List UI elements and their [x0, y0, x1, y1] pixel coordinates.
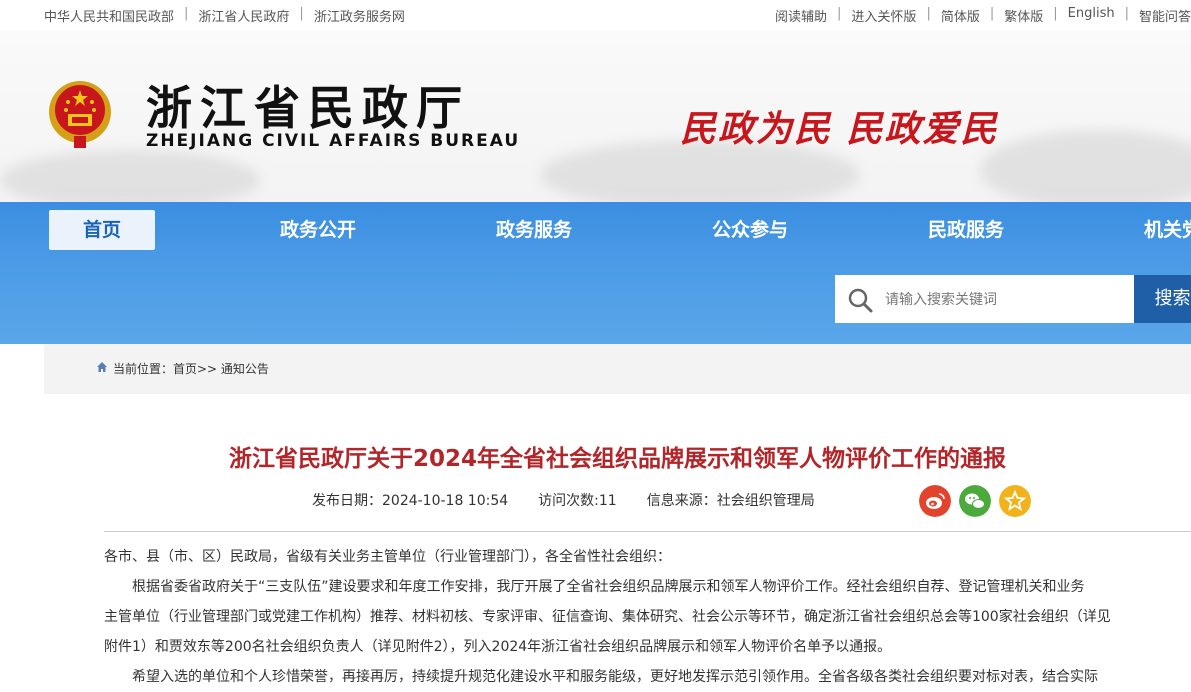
- separator: |: [299, 6, 304, 21]
- divider: [104, 531, 1191, 532]
- site-subtitle: ZHEJIANG CIVIL AFFAIRS BUREAU: [146, 131, 521, 151]
- wechat-icon[interactable]: [959, 485, 991, 517]
- breadcrumb-text[interactable]: 当前位置：首页>> 通知公告: [113, 360, 269, 377]
- separator: |: [989, 6, 995, 21]
- link-province-gov[interactable]: 浙江省人民政府: [198, 6, 289, 25]
- article-title: 浙江省民政厅关于2024年全省社会组织品牌展示和领军人物评价工作的通报: [228, 446, 1006, 472]
- separator: |: [1124, 6, 1129, 21]
- link-care-version[interactable]: 进入关怀版: [851, 6, 916, 25]
- paragraph-line: 根据省委省政府关于“三支队伍”建设要求和年度工作安排，我厅开展了全省社会组织品牌…: [132, 579, 1085, 595]
- search-icon: [848, 288, 873, 313]
- paragraph-line: 主管单位（行业管理部门或党建工作机构）推荐、材料初核、专家评审、征信查询、集体研…: [104, 609, 1111, 625]
- mountain-decoration: [980, 130, 1191, 202]
- breadcrumb: 当前位置：首页>> 通知公告: [44, 344, 1191, 394]
- search-box: [835, 275, 1135, 323]
- top-right-links: 阅读辅助 | 进入关怀版 | 简体版 | 繁体版 | English | 智能问…: [775, 6, 1191, 25]
- separator: |: [837, 6, 842, 21]
- separator: |: [184, 6, 189, 21]
- top-left-links: 中华人民共和国民政部 | 浙江省人民政府 | 浙江政务服务网: [44, 6, 405, 25]
- link-ministry[interactable]: 中华人民共和国民政部: [44, 6, 174, 25]
- slogan: 民政为民 民政爱民: [680, 108, 999, 150]
- link-english[interactable]: English: [1068, 6, 1115, 25]
- favorite-icon[interactable]: [999, 485, 1031, 517]
- link-simplified[interactable]: 简体版: [941, 6, 980, 25]
- visit-count: 访问次数:11: [538, 493, 617, 509]
- separator: |: [926, 6, 931, 21]
- paragraph-salutation: 各市、县（市、区）民政局，省级有关业务主管单位（行业管理部门），各全省性社会组织…: [104, 549, 671, 565]
- mountain-decoration: [0, 150, 260, 202]
- home-icon: [97, 362, 107, 372]
- national-emblem-icon[interactable]: [46, 78, 114, 150]
- paragraph-line: 附件1）和贾效东等200名社会组织负责人（详见附件2），列入2024年浙江省社会…: [104, 639, 892, 655]
- nav-item-civil-services[interactable]: 民政服务: [908, 210, 1024, 250]
- separator: |: [1053, 6, 1058, 21]
- nav-item-gov-services[interactable]: 政务服务: [476, 210, 592, 250]
- link-smart-qa[interactable]: 智能问答: [1139, 6, 1191, 25]
- main-content: 当前位置：首页>> 通知公告 浙江省民政厅关于2024年全省社会组织品牌展示和领…: [44, 344, 1191, 685]
- search-button[interactable]: 搜索: [1134, 275, 1191, 323]
- link-traditional[interactable]: 繁体版: [1004, 6, 1043, 25]
- link-reading-aid[interactable]: 阅读辅助: [775, 6, 827, 25]
- top-utility-bar: 中华人民共和国民政部 | 浙江省人民政府 | 浙江政务服务网 阅读辅助 | 进入…: [0, 0, 1191, 30]
- link-service-network[interactable]: 浙江政务服务网: [314, 6, 405, 25]
- info-source: 信息来源：社会组织管理局: [646, 493, 815, 509]
- publish-date: 发布日期：2024-10-18 10:54: [312, 493, 509, 509]
- nav-item-party-building[interactable]: 机关党建: [1124, 210, 1191, 250]
- article-meta: 发布日期：2024-10-18 10:54 访问次数:11 信息来源：社会组织管…: [312, 490, 815, 510]
- site-title[interactable]: 浙江省民政厅: [146, 72, 470, 138]
- nav-item-home[interactable]: 首页: [49, 210, 155, 250]
- search-input[interactable]: [883, 285, 1127, 315]
- paragraph-line: 希望入选的单位和个人珍惜荣誉，再接再厉，持续提升规范化建设水平和服务能级，更好地…: [132, 669, 1098, 685]
- nav-item-gov-affairs[interactable]: 政务公开: [260, 210, 376, 250]
- main-nav: 首页 政务公开 政务服务 公众参与 民政服务 机关党建 搜索: [0, 202, 1191, 344]
- header-banner: 浙江省民政厅 ZHEJIANG CIVIL AFFAIRS BUREAU 民政为…: [0, 30, 1191, 202]
- weibo-icon[interactable]: [919, 485, 951, 517]
- nav-item-public-participation[interactable]: 公众参与: [692, 210, 808, 250]
